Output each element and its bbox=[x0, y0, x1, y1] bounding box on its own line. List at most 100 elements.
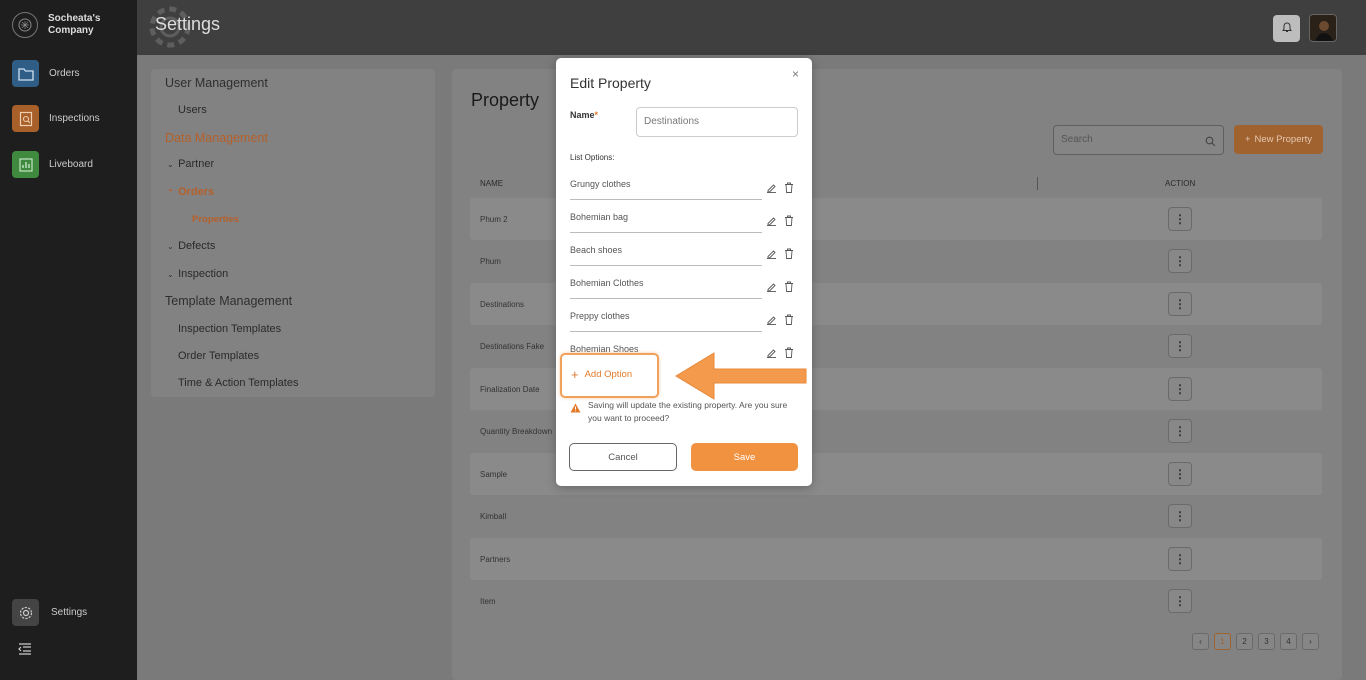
gear-icon bbox=[12, 599, 39, 626]
search-icon bbox=[1205, 134, 1216, 152]
menu-defects[interactable]: ⌄ Defects bbox=[167, 240, 215, 252]
nav-liveboard[interactable]: Liveboard bbox=[12, 151, 93, 178]
more-vertical-icon: ⋮ bbox=[1174, 552, 1186, 566]
more-vertical-icon: ⋮ bbox=[1174, 509, 1186, 523]
table-row: Kimball ⋮ bbox=[470, 495, 1322, 537]
menu-data-management[interactable]: Data Management bbox=[165, 131, 268, 145]
nav-settings[interactable]: Settings bbox=[12, 599, 87, 626]
menu-user-management[interactable]: User Management bbox=[165, 76, 268, 90]
name-label-text: Name bbox=[570, 110, 595, 120]
pencil-icon[interactable] bbox=[766, 279, 777, 297]
row-action-button[interactable]: ⋮ bbox=[1168, 547, 1192, 571]
nav-settings-label: Settings bbox=[51, 607, 88, 618]
name-field[interactable]: Destinations bbox=[636, 107, 798, 137]
pencil-icon[interactable] bbox=[766, 312, 777, 330]
pagination-page-4[interactable]: 4 bbox=[1280, 633, 1297, 650]
trash-icon[interactable] bbox=[784, 246, 794, 264]
row-action-button[interactable]: ⋮ bbox=[1168, 462, 1192, 486]
option-text[interactable]: Bohemian bag bbox=[570, 212, 628, 222]
list-option: Grungy clothes bbox=[570, 172, 798, 205]
search-placeholder: Search bbox=[1061, 134, 1093, 145]
top-header: Settings bbox=[137, 0, 1366, 55]
notification-button[interactable] bbox=[1273, 15, 1300, 42]
row-name: Finalization Date bbox=[480, 385, 540, 394]
menu-time-action-templates[interactable]: Time & Action Templates bbox=[178, 377, 298, 389]
trash-icon[interactable] bbox=[784, 312, 794, 330]
list-options-label: List Options: bbox=[570, 153, 615, 162]
trash-icon[interactable] bbox=[784, 279, 794, 297]
option-text[interactable]: Grungy clothes bbox=[570, 179, 631, 189]
row-name: Destinations Fake bbox=[480, 342, 545, 351]
property-title: Property bbox=[471, 90, 540, 110]
row-name: Phum bbox=[480, 257, 501, 266]
pagination-page-3[interactable]: 3 bbox=[1258, 633, 1275, 650]
row-name: Phum 2 bbox=[480, 215, 508, 224]
add-option-button[interactable]: + Add Option bbox=[571, 368, 633, 381]
menu-partner[interactable]: ⌄ Partner bbox=[167, 158, 214, 170]
close-icon[interactable]: × bbox=[792, 67, 799, 81]
menu-inspection[interactable]: ⌄ Inspection bbox=[167, 268, 228, 280]
pagination-page-2[interactable]: 2 bbox=[1236, 633, 1253, 650]
nav-liveboard-label: Liveboard bbox=[49, 159, 93, 170]
more-vertical-icon: ⋮ bbox=[1174, 212, 1186, 226]
row-action-button[interactable]: ⋮ bbox=[1168, 292, 1192, 316]
menu-defects-label: Defects bbox=[178, 240, 216, 252]
chevron-down-icon: ⌄ bbox=[167, 242, 174, 251]
name-label: Name* bbox=[570, 110, 598, 120]
menu-collapse-icon[interactable] bbox=[18, 642, 32, 660]
option-underline bbox=[570, 199, 762, 200]
option-underline bbox=[570, 331, 762, 332]
row-action-button[interactable]: ⋮ bbox=[1168, 334, 1192, 358]
more-vertical-icon: ⋮ bbox=[1174, 467, 1186, 481]
nav-inspections-label: Inspections bbox=[49, 113, 100, 124]
row-action-button[interactable]: ⋮ bbox=[1168, 207, 1192, 231]
menu-order-templates[interactable]: Order Templates bbox=[178, 350, 259, 362]
option-text[interactable]: Preppy clothes bbox=[570, 311, 630, 321]
row-name: Item bbox=[480, 597, 496, 606]
row-action-button[interactable]: ⋮ bbox=[1168, 504, 1192, 528]
edit-property-modal: Edit Property × Name* Destinations List … bbox=[556, 58, 812, 486]
save-button[interactable]: Save bbox=[691, 443, 798, 471]
pagination-page-1[interactable]: 1 bbox=[1214, 633, 1231, 650]
trash-icon[interactable] bbox=[784, 180, 794, 198]
option-text[interactable]: Beach shoes bbox=[570, 245, 622, 255]
add-option-label: Add Option bbox=[584, 369, 633, 380]
folder-icon bbox=[12, 60, 39, 87]
row-action-button[interactable]: ⋮ bbox=[1168, 249, 1192, 273]
company-switcher[interactable]: Socheata's Company bbox=[12, 12, 108, 38]
column-divider bbox=[1037, 177, 1038, 190]
user-avatar[interactable] bbox=[1309, 14, 1337, 42]
more-vertical-icon: ⋮ bbox=[1174, 424, 1186, 438]
chart-icon bbox=[12, 151, 39, 178]
row-name: Sample bbox=[480, 470, 508, 479]
menu-inspection-templates[interactable]: Inspection Templates bbox=[178, 323, 281, 335]
cancel-button[interactable]: Cancel bbox=[569, 443, 677, 471]
menu-orders-label: Orders bbox=[178, 186, 215, 198]
trash-icon[interactable] bbox=[784, 213, 794, 231]
pencil-icon[interactable] bbox=[766, 246, 777, 264]
row-action-button[interactable]: ⋮ bbox=[1168, 377, 1192, 401]
option-underline bbox=[570, 265, 762, 266]
menu-orders[interactable]: ⌃ Orders bbox=[167, 186, 214, 198]
pencil-icon[interactable] bbox=[766, 213, 777, 231]
pagination: ‹ 1 2 3 4 › bbox=[1192, 633, 1319, 650]
nav-inspections[interactable]: Inspections bbox=[12, 105, 100, 132]
row-action-button[interactable]: ⋮ bbox=[1168, 589, 1192, 613]
new-property-label: New Property bbox=[1254, 134, 1313, 145]
nav-orders[interactable]: Orders bbox=[12, 60, 80, 87]
table-row: Partners ⋮ bbox=[470, 538, 1322, 580]
menu-users[interactable]: Users bbox=[178, 104, 207, 116]
more-vertical-icon: ⋮ bbox=[1174, 382, 1186, 396]
row-action-button[interactable]: ⋮ bbox=[1168, 419, 1192, 443]
more-vertical-icon: ⋮ bbox=[1174, 594, 1186, 608]
menu-properties[interactable]: Properties bbox=[192, 214, 239, 225]
option-text[interactable]: Bohemian Clothes bbox=[570, 278, 644, 288]
more-vertical-icon: ⋮ bbox=[1174, 297, 1186, 311]
row-name: Partners bbox=[480, 555, 511, 564]
pagination-next[interactable]: › bbox=[1302, 633, 1319, 650]
new-property-button[interactable]: + New Property bbox=[1234, 125, 1323, 154]
search-input[interactable]: Search bbox=[1053, 125, 1224, 155]
pencil-icon[interactable] bbox=[766, 180, 777, 198]
menu-template-management[interactable]: Template Management bbox=[165, 294, 292, 308]
pagination-prev[interactable]: ‹ bbox=[1192, 633, 1209, 650]
